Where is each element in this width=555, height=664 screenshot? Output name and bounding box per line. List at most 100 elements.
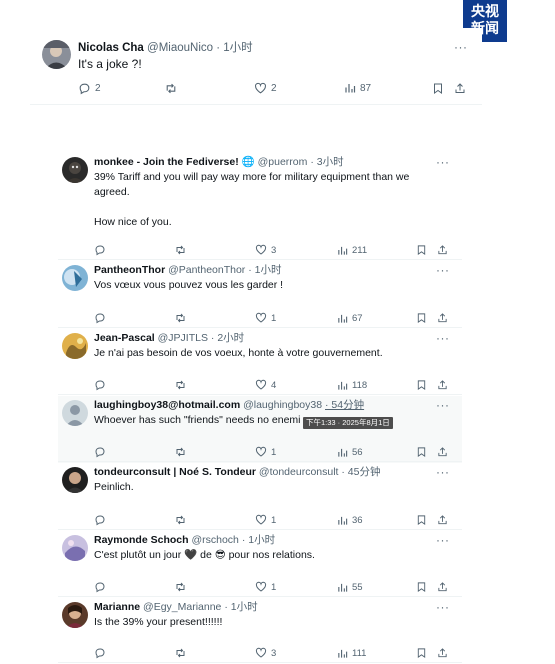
author-handle[interactable]: @laughingboy38 [243,399,322,411]
reply-button[interactable] [94,646,110,660]
bookmark-button[interactable] [416,445,427,459]
reply-tweet[interactable]: Jean-Pascal @JPJITLS · 2小时 ··· Je n'ai p… [58,329,462,396]
retweet-icon [176,245,185,255]
reply-button[interactable] [94,378,110,392]
author-name[interactable]: PantheonThor [94,264,165,276]
timestamp[interactable]: · 54分钟 [325,399,364,411]
timestamp[interactable]: · 1小时 [248,264,281,276]
avatar[interactable] [62,157,88,183]
more-options-icon[interactable]: ··· [436,332,450,344]
views-button[interactable]: 87 [344,81,371,95]
avatar[interactable] [62,467,88,493]
author-handle[interactable]: @JPJITLS [158,332,208,344]
views-button[interactable]: 111 [337,646,366,660]
like-button[interactable]: 1 [255,580,276,594]
author-handle[interactable]: @puerrom [258,156,308,168]
like-button[interactable]: 2 [254,81,277,95]
reply-tweet[interactable]: Marianne @Egy_Marianne · 1小时 ··· Is the … [58,598,462,664]
more-options-icon[interactable]: ··· [436,601,450,613]
author-name[interactable]: Marianne [94,601,140,613]
author-handle[interactable]: @tondeurconsult [259,466,339,478]
share-button[interactable] [437,311,448,325]
bookmark-button[interactable] [416,311,427,325]
views-button[interactable]: 55 [337,580,363,594]
retweet-button[interactable] [164,81,182,95]
author-name[interactable]: laughingboy38@hotmail.com [94,399,240,411]
views-button[interactable]: 36 [337,513,363,527]
timestamp[interactable]: · 1小时 [242,534,275,546]
share-button[interactable] [454,81,466,95]
reply-button[interactable] [94,243,110,257]
avatar[interactable] [62,333,88,359]
author-name[interactable]: tondeurconsult | Noé S. Tondeur [94,466,256,478]
like-button[interactable]: 1 [255,311,276,325]
share-button[interactable] [437,580,448,594]
like-button[interactable]: 1 [255,445,276,459]
reply-tweet[interactable]: PantheonThor @PantheonThor · 1小时 ··· Vos… [58,261,462,329]
reply-button[interactable] [94,311,110,325]
like-button[interactable]: 4 [255,378,276,392]
retweet-button[interactable] [174,646,191,660]
views-button[interactable]: 211 [337,243,367,257]
bookmark-button[interactable] [416,580,427,594]
avatar-image [62,157,88,183]
retweet-button[interactable] [174,445,191,459]
bookmark-button[interactable] [416,513,427,527]
author-handle[interactable]: @PantheonThor [168,264,245,276]
reply-tweet[interactable]: Raymonde Schoch @rschoch · 1小时 ··· C'est… [58,531,462,598]
author-handle[interactable]: @MiaouNico [147,42,213,54]
reply-tweet[interactable]: monkee - Join the Fediverse! 🌐 @puerrom … [58,153,462,261]
reply-tweet[interactable]: laughingboy38@hotmail.com @laughingboy38… [58,396,462,463]
retweet-button[interactable] [174,311,191,325]
retweet-button[interactable] [174,378,191,392]
avatar[interactable] [62,265,88,291]
reply-button[interactable]: 2 [78,81,101,95]
like-button[interactable]: 1 [255,513,276,527]
more-options-icon[interactable]: ··· [436,466,450,478]
more-options-icon[interactable]: ··· [436,534,450,546]
tweet-text: Is the 39% your present!!!!!! [94,616,223,628]
reply-button[interactable] [94,513,110,527]
avatar[interactable] [42,40,71,69]
author-name[interactable]: Raymonde Schoch [94,534,189,546]
main-tweet[interactable]: Nicolas Cha @MiaouNico · 1小时 ··· It's a … [30,28,482,105]
bookmark-button[interactable] [416,378,427,392]
retweet-button[interactable] [174,580,191,594]
timestamp[interactable]: · 45分钟 [341,466,380,478]
timestamp[interactable]: · 3小时 [310,156,343,168]
more-options-icon[interactable]: ··· [436,264,450,276]
avatar[interactable] [62,400,88,426]
avatar[interactable] [62,535,88,561]
reply-button[interactable] [94,580,110,594]
bookmark-button[interactable] [432,81,444,95]
author-name[interactable]: Jean-Pascal [94,332,155,344]
reply-tweet[interactable]: tondeurconsult | Noé S. Tondeur @tondeur… [58,463,462,531]
more-options-icon[interactable]: ··· [436,399,450,411]
timestamp[interactable]: · 2小时 [211,332,244,344]
share-button[interactable] [437,243,448,257]
share-button[interactable] [437,646,448,660]
like-button[interactable]: 3 [255,243,276,257]
author-handle[interactable]: @rschoch [191,534,238,546]
bookmark-button[interactable] [416,243,427,257]
more-options-icon[interactable]: ··· [454,41,468,53]
author-handle[interactable]: @Egy_Marianne [143,601,221,613]
avatar-image [42,40,71,69]
views-button[interactable]: 67 [337,311,363,325]
share-button[interactable] [437,378,448,392]
share-button[interactable] [437,513,448,527]
like-button[interactable]: 3 [255,646,276,660]
bookmark-button[interactable] [416,646,427,660]
author-name[interactable]: monkee - Join the Fediverse! 🌐 [94,156,255,168]
retweet-button[interactable] [174,513,191,527]
more-options-icon[interactable]: ··· [436,156,450,168]
reply-button[interactable] [94,445,110,459]
share-button[interactable] [437,445,448,459]
timestamp[interactable]: · 1小时 [216,42,252,54]
author-name[interactable]: Nicolas Cha [78,42,144,54]
timestamp[interactable]: · 1小时 [224,601,257,613]
retweet-button[interactable] [174,243,191,257]
views-button[interactable]: 56 [337,445,363,459]
views-button[interactable]: 118 [337,378,367,392]
avatar[interactable] [62,602,88,628]
